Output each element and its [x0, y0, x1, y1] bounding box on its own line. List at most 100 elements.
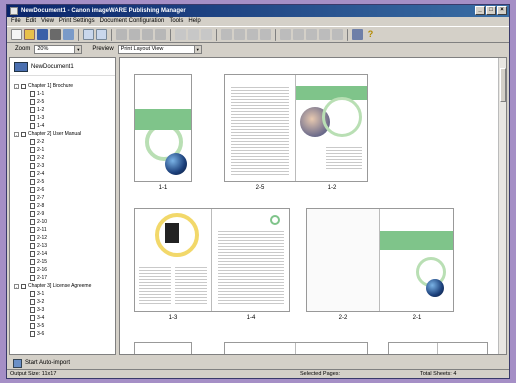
page-thumbnail[interactable]	[225, 343, 296, 354]
page-thumbnail[interactable]	[438, 343, 487, 354]
tree-page[interactable]: 3-5	[14, 322, 115, 330]
menu-help[interactable]: Help	[188, 17, 200, 26]
tree-page[interactable]: 3-6	[14, 330, 115, 338]
menu-file[interactable]: File	[11, 17, 21, 26]
tree-page[interactable]: 1-2	[14, 106, 115, 114]
preview-select[interactable]: Print Layout View ▼	[117, 44, 202, 54]
output-icon[interactable]	[319, 29, 330, 40]
tree-page[interactable]: 2-11	[14, 226, 115, 234]
page-thumbnail[interactable]	[212, 209, 289, 311]
paste-icon[interactable]	[142, 29, 153, 40]
page-icon	[30, 259, 35, 265]
page-thumbnail[interactable]	[225, 75, 296, 181]
tree-page[interactable]: 2-14	[14, 250, 115, 258]
layout-icon[interactable]	[221, 29, 232, 40]
spread-thumbnail[interactable]	[134, 208, 290, 312]
copy-icon[interactable]	[129, 29, 140, 40]
spread-thumbnail[interactable]	[134, 74, 192, 182]
page-icon	[30, 299, 35, 305]
tree-page[interactable]: 2-3	[14, 162, 115, 170]
tree-page[interactable]: 2-6	[14, 186, 115, 194]
menu-document-configuration[interactable]: Document Configuration	[100, 17, 165, 26]
tree-page[interactable]: 2-5	[14, 178, 115, 186]
staple-icon[interactable]	[247, 29, 258, 40]
tree-page[interactable]: 1-1	[14, 90, 115, 98]
tree-chapter[interactable]: - Chapter 2] User Manual	[14, 130, 115, 138]
collapse-icon[interactable]: -	[14, 131, 19, 137]
page-thumbnail[interactable]	[307, 209, 380, 311]
collapse-icon[interactable]: -	[14, 283, 19, 289]
zoom-icon[interactable]	[332, 29, 343, 40]
tree-page[interactable]: 2-15	[14, 258, 115, 266]
vertical-scrollbar[interactable]	[498, 58, 506, 354]
tree-root[interactable]: NewDocument1	[10, 58, 115, 76]
minimize-button[interactable]: _	[475, 6, 485, 15]
tree-chapter[interactable]: - Chapter 3] License Agreeme	[14, 282, 115, 290]
spread-thumbnail[interactable]	[134, 342, 192, 354]
zoom-select[interactable]: 20% ▼	[34, 44, 83, 54]
page-thumbnail[interactable]	[389, 343, 438, 354]
page-label: 1-4	[246, 315, 256, 321]
tree-page[interactable]: 3-1	[14, 290, 115, 298]
tree-page[interactable]: 2-13	[14, 242, 115, 250]
tree-page[interactable]: 2-10	[14, 218, 115, 226]
page-thumbnail[interactable]	[135, 209, 212, 311]
tree-page[interactable]: 2-16	[14, 266, 115, 274]
tree-page[interactable]: 2-2	[14, 138, 115, 146]
finishing-icon[interactable]	[260, 29, 271, 40]
page-thumbnail[interactable]	[135, 343, 191, 354]
tree-page[interactable]: 2-7	[14, 194, 115, 202]
tree-page[interactable]: 3-4	[14, 314, 115, 322]
insert-tab-icon[interactable]	[201, 29, 212, 40]
delete-icon[interactable]	[155, 29, 166, 40]
tree-page[interactable]: 2-17	[14, 274, 115, 282]
undo-icon[interactable]	[83, 29, 94, 40]
tree-page[interactable]: 2-4	[14, 170, 115, 178]
cut-icon[interactable]	[116, 29, 127, 40]
duplex-icon[interactable]	[234, 29, 245, 40]
tree-page-label: 2-6	[37, 187, 45, 193]
tree-page[interactable]: 2-8	[14, 202, 115, 210]
tree-page[interactable]: 2-12	[14, 234, 115, 242]
collapse-icon[interactable]: -	[14, 83, 19, 89]
tree-page[interactable]: 2-9	[14, 210, 115, 218]
spread-thumbnail[interactable]	[388, 342, 488, 354]
menu-print-settings[interactable]: Print Settings	[59, 17, 95, 26]
tree-page[interactable]: 1-3	[14, 114, 115, 122]
print-preview-icon[interactable]	[63, 29, 74, 40]
preview-icon[interactable]	[306, 29, 317, 40]
spread-thumbnail[interactable]	[224, 74, 368, 182]
tree-page[interactable]: 2-1	[14, 146, 115, 154]
auto-import-button[interactable]: Start Auto-import	[9, 357, 116, 369]
toolbar-separator	[170, 28, 171, 41]
tree-chapter[interactable]: - Chapter 1] Brochure	[14, 82, 115, 90]
page-thumbnail[interactable]	[296, 75, 367, 181]
page-thumbnail[interactable]	[296, 343, 367, 354]
print-icon[interactable]	[50, 29, 61, 40]
insert-chapter-icon[interactable]	[188, 29, 199, 40]
menu-view[interactable]: View	[41, 17, 54, 26]
tree-page[interactable]: 3-2	[14, 298, 115, 306]
scrollbar-thumb[interactable]	[500, 68, 506, 102]
tree-page[interactable]: 2-2	[14, 154, 115, 162]
tree-page[interactable]: 2-5	[14, 98, 115, 106]
open-folder-icon[interactable]	[24, 29, 35, 40]
page-thumbnail[interactable]	[135, 75, 191, 181]
menu-edit[interactable]: Edit	[26, 17, 36, 26]
tree-page[interactable]: 3-3	[14, 306, 115, 314]
page-setup-icon[interactable]	[280, 29, 291, 40]
help-icon[interactable]: ?	[365, 29, 376, 40]
redo-icon[interactable]	[96, 29, 107, 40]
insert-page-icon[interactable]	[175, 29, 186, 40]
save-icon[interactable]	[37, 29, 48, 40]
menu-tools[interactable]: Tools	[169, 17, 183, 26]
page-thumbnail[interactable]	[380, 209, 453, 311]
print-settings-icon[interactable]	[293, 29, 304, 40]
new-document-icon[interactable]	[11, 29, 22, 40]
close-button[interactable]: ×	[497, 6, 507, 15]
maximize-button[interactable]: □	[486, 6, 496, 15]
spread-thumbnail[interactable]	[306, 208, 454, 312]
spread-thumbnail[interactable]	[224, 342, 368, 354]
tree-page[interactable]: 1-4	[14, 122, 115, 130]
settings-icon[interactable]	[352, 29, 363, 40]
